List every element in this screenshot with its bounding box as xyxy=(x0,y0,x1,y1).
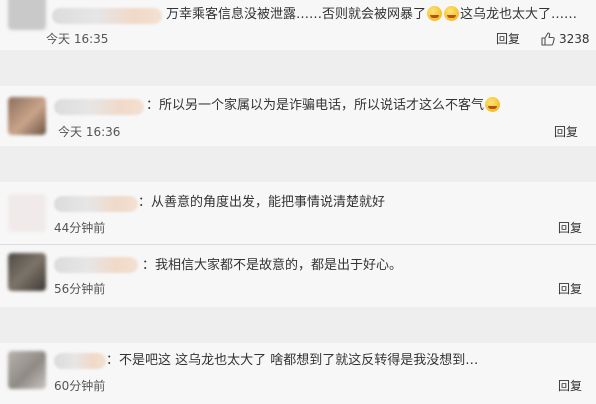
comment-time: 44分钟前 xyxy=(54,221,106,235)
like-button[interactable]: 3238 xyxy=(541,31,590,47)
username[interactable] xyxy=(54,99,144,115)
comment-text: ：从善意的角度出发，能把事情说清楚就好 xyxy=(138,195,386,210)
comment-time: 今天 16:36 xyxy=(58,125,121,139)
avatar[interactable] xyxy=(8,97,46,135)
avatar[interactable] xyxy=(8,253,46,291)
comment-text: ：不是吧这 这乌龙也太大了 啥都想到了就这反转得是我没想到… xyxy=(106,353,479,368)
username[interactable] xyxy=(54,196,138,212)
reply-button[interactable]: 回复 xyxy=(558,281,582,297)
comment-text: ：所以另一个家属以为是诈骗电话，所以说话才这么不客气 xyxy=(146,97,501,115)
reply-button[interactable]: 回复 xyxy=(554,124,578,140)
avatar[interactable] xyxy=(8,0,46,30)
comment-card: ：所以另一个家属以为是诈骗电话，所以说话才这么不客气 今天 16:36 回复 xyxy=(0,86,596,146)
reply-button[interactable]: 回复 xyxy=(558,220,582,236)
avatar[interactable] xyxy=(8,194,46,232)
reply-button[interactable]: 回复 xyxy=(496,31,520,47)
username[interactable] xyxy=(54,353,106,369)
username[interactable] xyxy=(54,257,138,273)
dizzy-emoji xyxy=(485,97,501,112)
comment-text: 万幸乘客信息没被泄露……否则就会被网暴了 这乌龙也太大了…… xyxy=(166,6,578,22)
comment-card: ：从善意的角度出发，能把事情说清楚就好 44分钟前 回复 xyxy=(0,182,596,244)
comment-text: ：我相信大家都不是故意的，都是出于好心。 xyxy=(142,258,403,273)
username[interactable] xyxy=(52,8,162,24)
laugh-cry-emoji xyxy=(427,6,443,21)
comment-card: 万幸乘客信息没被泄露……否则就会被网暴了 这乌龙也太大了…… 今天 16:35 回… xyxy=(0,0,596,50)
laugh-cry-emoji xyxy=(444,6,460,21)
comment-card: ：不是吧这 这乌龙也太大了 啥都想到了就这反转得是我没想到… 60分钟前 回复 xyxy=(0,343,596,404)
comment-time: 56分钟前 xyxy=(54,282,106,296)
comment-time: 60分钟前 xyxy=(54,379,106,393)
reply-button[interactable]: 回复 xyxy=(558,378,582,394)
avatar[interactable] xyxy=(8,351,46,389)
comment-card: ：我相信大家都不是故意的，都是出于好心。 56分钟前 回复 xyxy=(0,245,596,307)
like-count: 3238 xyxy=(559,32,590,46)
thumbs-up-icon xyxy=(541,32,555,46)
comment-time: 今天 16:35 xyxy=(46,32,109,46)
